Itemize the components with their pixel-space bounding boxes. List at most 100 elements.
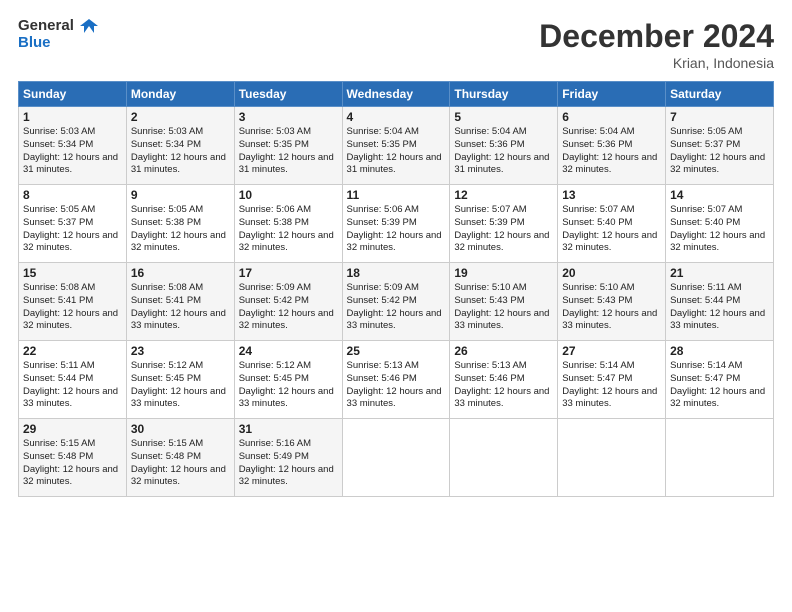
cell-content: Sunrise: 5:14 AMSunset: 5:47 PMDaylight:… [670,360,769,411]
cell-content: Sunrise: 5:13 AMSunset: 5:46 PMDaylight:… [347,360,446,411]
cell-content: Sunrise: 5:03 AMSunset: 5:35 PMDaylight:… [239,126,338,177]
day-cell: 1 Sunrise: 5:03 AMSunset: 5:34 PMDaylight… [19,107,127,185]
day-number: 6 [562,110,661,124]
cell-content: Sunrise: 5:08 AMSunset: 5:41 PMDaylight:… [23,282,122,333]
day-number: 14 [670,188,769,202]
logo-bird-icon [80,19,98,33]
day-number: 15 [23,266,122,280]
day-cell: 18 Sunrise: 5:09 AMSunset: 5:42 PMDayligh… [342,263,450,341]
day-number: 27 [562,344,661,358]
day-cell: 14 Sunrise: 5:07 AMSunset: 5:40 PMDayligh… [666,185,774,263]
day-number: 11 [347,188,446,202]
cell-content: Sunrise: 5:07 AMSunset: 5:40 PMDaylight:… [562,204,661,255]
day-cell: 30 Sunrise: 5:15 AMSunset: 5:48 PMDayligh… [126,419,234,497]
day-cell: 11 Sunrise: 5:06 AMSunset: 5:39 PMDayligh… [342,185,450,263]
cell-content: Sunrise: 5:14 AMSunset: 5:47 PMDaylight:… [562,360,661,411]
day-cell: 27 Sunrise: 5:14 AMSunset: 5:47 PMDayligh… [558,341,666,419]
location: Krian, Indonesia [539,55,774,71]
day-cell: 7 Sunrise: 5:05 AMSunset: 5:37 PMDaylight… [666,107,774,185]
column-header-wednesday: Wednesday [342,82,450,107]
day-cell: 29 Sunrise: 5:15 AMSunset: 5:48 PMDayligh… [19,419,127,497]
cell-content: Sunrise: 5:15 AMSunset: 5:48 PMDaylight:… [23,438,122,489]
column-header-monday: Monday [126,82,234,107]
day-cell: 22 Sunrise: 5:11 AMSunset: 5:44 PMDayligh… [19,341,127,419]
day-cell [558,419,666,497]
day-number: 31 [239,422,338,436]
week-row-1: 1 Sunrise: 5:03 AMSunset: 5:34 PMDaylight… [19,107,774,185]
column-header-friday: Friday [558,82,666,107]
logo: General Blue [18,18,98,51]
column-header-tuesday: Tuesday [234,82,342,107]
cell-content: Sunrise: 5:04 AMSunset: 5:36 PMDaylight:… [454,126,553,177]
day-number: 17 [239,266,338,280]
day-cell [666,419,774,497]
day-cell: 20 Sunrise: 5:10 AMSunset: 5:43 PMDayligh… [558,263,666,341]
day-number: 19 [454,266,553,280]
day-cell: 4 Sunrise: 5:04 AMSunset: 5:35 PMDaylight… [342,107,450,185]
column-header-saturday: Saturday [666,82,774,107]
week-row-4: 22 Sunrise: 5:11 AMSunset: 5:44 PMDayligh… [19,341,774,419]
cell-content: Sunrise: 5:07 AMSunset: 5:39 PMDaylight:… [454,204,553,255]
day-number: 18 [347,266,446,280]
day-number: 8 [23,188,122,202]
calendar-table: SundayMondayTuesdayWednesdayThursdayFrid… [18,81,774,497]
cell-content: Sunrise: 5:04 AMSunset: 5:36 PMDaylight:… [562,126,661,177]
cell-content: Sunrise: 5:03 AMSunset: 5:34 PMDaylight:… [23,126,122,177]
cell-content: Sunrise: 5:05 AMSunset: 5:37 PMDaylight:… [23,204,122,255]
day-cell [450,419,558,497]
day-number: 29 [23,422,122,436]
week-row-2: 8 Sunrise: 5:05 AMSunset: 5:37 PMDaylight… [19,185,774,263]
logo-blue: Blue [18,35,98,52]
day-number: 4 [347,110,446,124]
day-number: 26 [454,344,553,358]
header: General Blue December 2024 Krian, Indone… [18,18,774,71]
cell-content: Sunrise: 5:15 AMSunset: 5:48 PMDaylight:… [131,438,230,489]
day-number: 1 [23,110,122,124]
day-cell: 10Sunrise: 5:06 AMSunset: 5:38 PMDayligh… [234,185,342,263]
day-cell: 15 Sunrise: 5:08 AMSunset: 5:41 PMDayligh… [19,263,127,341]
day-cell: 16Sunrise: 5:08 AMSunset: 5:41 PMDayligh… [126,263,234,341]
day-cell: 12 Sunrise: 5:07 AMSunset: 5:39 PMDayligh… [450,185,558,263]
day-cell [342,419,450,497]
day-cell: 25Sunrise: 5:13 AMSunset: 5:46 PMDayligh… [342,341,450,419]
week-row-3: 15 Sunrise: 5:08 AMSunset: 5:41 PMDayligh… [19,263,774,341]
cell-content: Sunrise: 5:07 AMSunset: 5:40 PMDaylight:… [670,204,769,255]
cell-content: Sunrise: 5:05 AMSunset: 5:37 PMDaylight:… [670,126,769,177]
day-cell: 26Sunrise: 5:13 AMSunset: 5:46 PMDayligh… [450,341,558,419]
header-row: SundayMondayTuesdayWednesdayThursdayFrid… [19,82,774,107]
day-cell: 9Sunrise: 5:05 AMSunset: 5:38 PMDaylight… [126,185,234,263]
day-number: 22 [23,344,122,358]
day-number: 9 [131,188,230,202]
day-number: 12 [454,188,553,202]
cell-content: Sunrise: 5:04 AMSunset: 5:35 PMDaylight:… [347,126,446,177]
logo-general: General [18,18,98,35]
day-cell: 21Sunrise: 5:11 AMSunset: 5:44 PMDayligh… [666,263,774,341]
day-number: 28 [670,344,769,358]
page: General Blue December 2024 Krian, Indone… [0,0,792,612]
title-block: December 2024 Krian, Indonesia [539,18,774,71]
day-cell: 3Sunrise: 5:03 AMSunset: 5:35 PMDaylight… [234,107,342,185]
cell-content: Sunrise: 5:10 AMSunset: 5:43 PMDaylight:… [562,282,661,333]
day-cell: 8 Sunrise: 5:05 AMSunset: 5:37 PMDaylight… [19,185,127,263]
cell-content: Sunrise: 5:06 AMSunset: 5:38 PMDaylight:… [239,204,338,255]
day-number: 30 [131,422,230,436]
cell-content: Sunrise: 5:11 AMSunset: 5:44 PMDaylight:… [23,360,122,411]
cell-content: Sunrise: 5:06 AMSunset: 5:39 PMDaylight:… [347,204,446,255]
day-number: 20 [562,266,661,280]
cell-content: Sunrise: 5:03 AMSunset: 5:34 PMDaylight:… [131,126,230,177]
cell-content: Sunrise: 5:09 AMSunset: 5:42 PMDaylight:… [347,282,446,333]
day-number: 23 [131,344,230,358]
month-title: December 2024 [539,18,774,55]
day-number: 2 [131,110,230,124]
day-cell: 24Sunrise: 5:12 AMSunset: 5:45 PMDayligh… [234,341,342,419]
column-header-thursday: Thursday [450,82,558,107]
day-number: 21 [670,266,769,280]
week-row-5: 29 Sunrise: 5:15 AMSunset: 5:48 PMDayligh… [19,419,774,497]
day-cell: 23Sunrise: 5:12 AMSunset: 5:45 PMDayligh… [126,341,234,419]
day-number: 7 [670,110,769,124]
day-cell: 6 Sunrise: 5:04 AMSunset: 5:36 PMDaylight… [558,107,666,185]
day-number: 24 [239,344,338,358]
day-cell: 2 Sunrise: 5:03 AMSunset: 5:34 PMDaylight… [126,107,234,185]
day-number: 16 [131,266,230,280]
day-cell: 17Sunrise: 5:09 AMSunset: 5:42 PMDayligh… [234,263,342,341]
